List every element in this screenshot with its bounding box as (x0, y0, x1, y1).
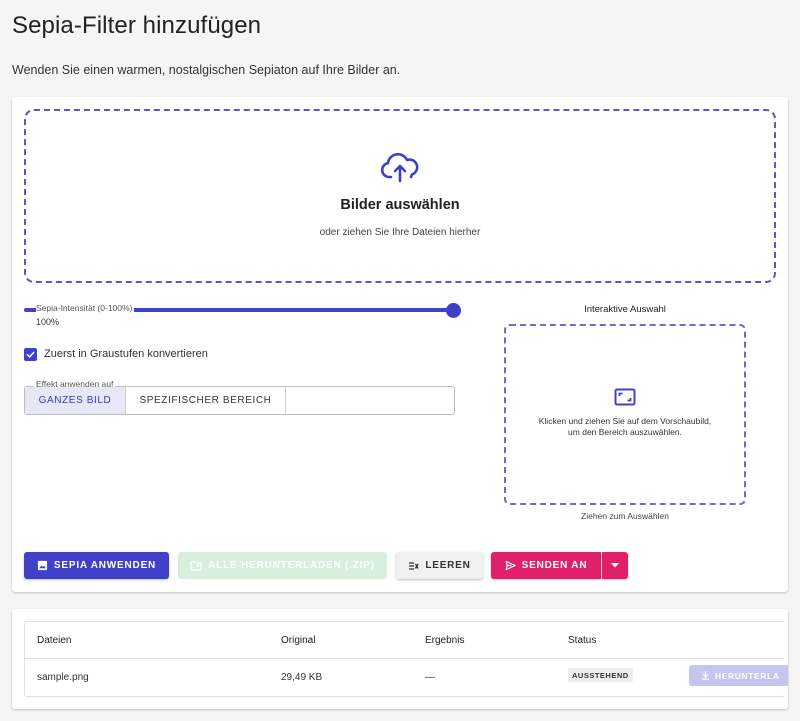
image-icon (37, 560, 48, 571)
download-icon (701, 671, 710, 680)
selection-hint: Ziehen zum Auswählen (581, 511, 669, 521)
clear-label: LEEREN (425, 560, 471, 571)
clear-list-icon (409, 561, 419, 570)
files-card: Dateien Original Ergebnis Status sample.… (12, 609, 788, 709)
selection-instructions-line1: Klicken und ziehen Sie auf dem Vorschaub… (538, 416, 712, 426)
send-to-dropdown-button[interactable] (602, 552, 628, 579)
col-header-status: Status (568, 635, 597, 646)
download-all-zip-button[interactable]: ALLE HERUNTERLADEN (.ZIP) (178, 552, 387, 579)
page-subtitle: Wenden Sie einen warmen, nostalgischen S… (12, 63, 401, 77)
select-area-icon (614, 388, 636, 406)
file-dropzone[interactable]: Bilder auswählen oder ziehen Sie Ihre Da… (24, 109, 776, 283)
intensity-slider-value: 100% (36, 317, 60, 327)
check-icon (26, 351, 35, 358)
cell-file-name: sample.png (37, 672, 89, 683)
dropzone-title: Bilder auswählen (340, 197, 460, 213)
intensity-slider-thumb[interactable] (446, 303, 461, 318)
selection-preview[interactable]: Klicken und ziehen Sie auf dem Vorschaub… (504, 324, 746, 505)
folder-zip-icon (190, 560, 202, 571)
intensity-slider-label: Sepia-Intensität (0-100%) (36, 303, 135, 313)
cell-result: — (425, 672, 435, 683)
apply-sepia-label: SEPIA ANWENDEN (53, 560, 157, 571)
row-download-label: HERUNTERLA (715, 670, 780, 681)
grayscale-checkbox[interactable] (24, 348, 37, 361)
toggle-whole-image[interactable]: GANZES BILD (25, 387, 126, 414)
send-to-label: SENDEN AN (521, 560, 588, 571)
apply-sepia-button[interactable]: SEPIA ANWENDEN (24, 552, 169, 579)
selection-instructions: Klicken und ziehen Sie auf dem Vorschaub… (539, 416, 711, 438)
send-icon (505, 560, 516, 571)
col-header-result: Ergebnis (425, 635, 465, 646)
caret-down-icon (611, 563, 619, 568)
dropzone-subtitle: oder ziehen Sie Ihre Dateien hierher (319, 227, 481, 238)
row-download-button[interactable]: HERUNTERLA (689, 665, 788, 686)
send-to-button[interactable]: SENDEN AN (491, 552, 601, 579)
cell-original-size: 29,49 KB (281, 672, 323, 683)
page-title: Sepia-Filter hinzufügen (12, 12, 262, 39)
selection-title: Interaktive Auswahl (584, 304, 666, 315)
selection-instructions-line2: um den Bereich auszuwählen. (568, 427, 682, 437)
cloud-upload-icon (380, 152, 419, 183)
header-divider (25, 658, 784, 659)
main-card: Bilder auswählen oder ziehen Sie Ihre Da… (12, 97, 788, 592)
clear-button[interactable]: LEEREN (396, 552, 483, 579)
grayscale-checkbox-label[interactable]: Zuerst in Graustufen konvertieren (44, 348, 208, 360)
download-all-zip-label: ALLE HERUNTERLADEN (.ZIP) (208, 560, 375, 571)
status-badge: AUSSTEHEND (568, 668, 633, 682)
col-header-files: Dateien (37, 635, 72, 646)
col-header-original: Original (281, 635, 316, 646)
toggle-specific-area[interactable]: SPEZIFISCHER BEREICH (126, 387, 286, 414)
files-table: Dateien Original Ergebnis Status sample.… (24, 621, 788, 697)
